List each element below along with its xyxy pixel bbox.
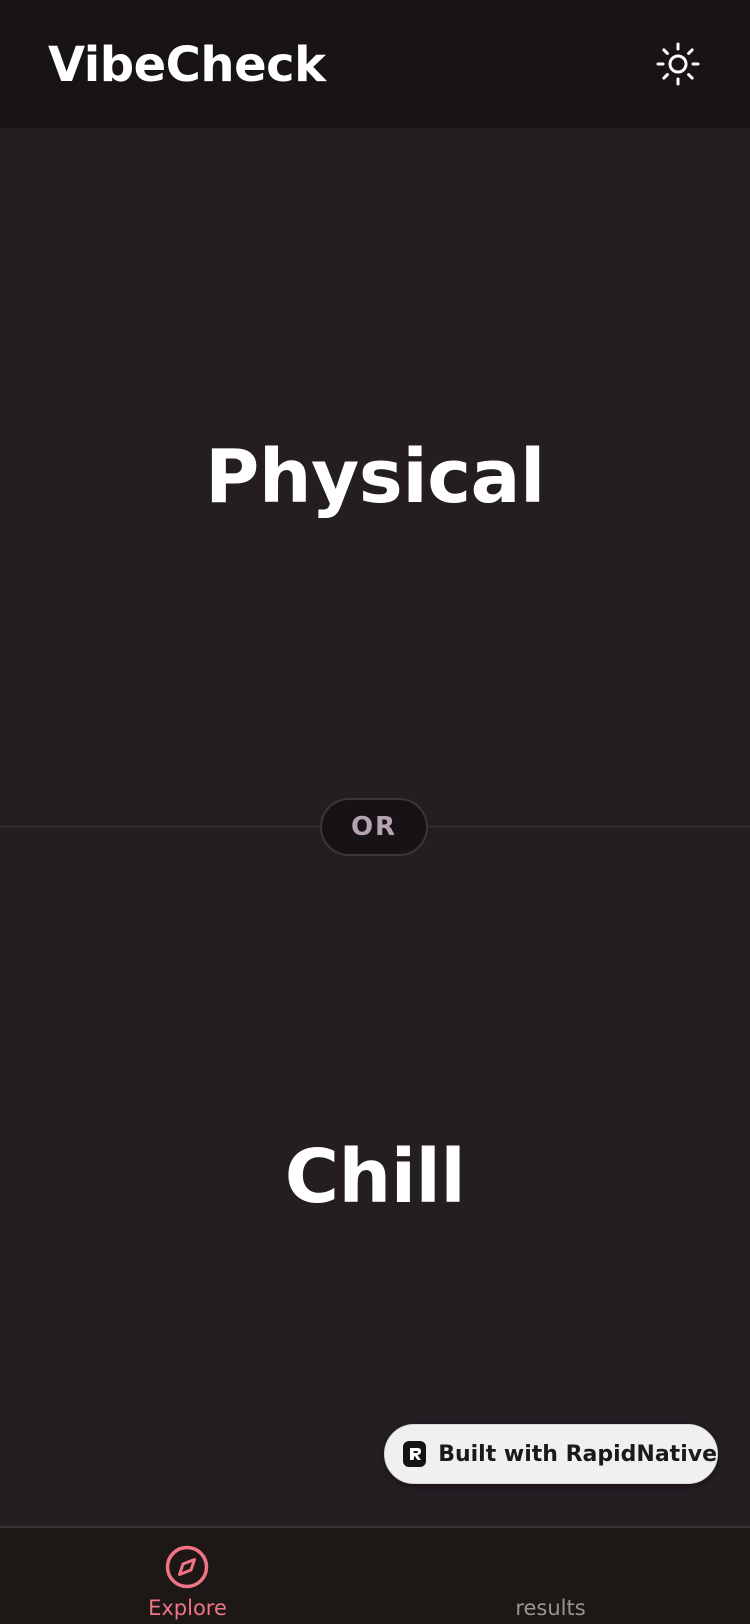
or-separator-badge: OR [320, 798, 428, 856]
built-with-text: Built with RapidNative [438, 1441, 717, 1467]
tab-explore[interactable]: Explore [0, 1528, 375, 1624]
tab-results-label: results [515, 1596, 586, 1620]
app-header: VibeCheck [0, 0, 750, 128]
sun-icon [656, 42, 700, 86]
option-chill[interactable]: Chill [0, 827, 750, 1527]
option-chill-label: Chill [284, 1134, 466, 1220]
tab-results[interactable]: results [375, 1528, 750, 1624]
compass-icon [165, 1545, 209, 1589]
built-with-rapidnative-button[interactable]: Built with RapidNative [384, 1424, 718, 1484]
option-physical-label: Physical [205, 434, 545, 520]
option-physical[interactable]: Physical [0, 128, 750, 826]
app-root: VibeCheck Physical Chill OR Built with R… [0, 0, 750, 1624]
or-separator-text: OR [350, 812, 398, 842]
app-title: VibeCheck [48, 37, 326, 93]
rapidnative-logo-icon [403, 1441, 427, 1467]
bottom-tab-bar: Explore results [0, 1526, 750, 1624]
tab-explore-label: Explore [148, 1596, 227, 1620]
theme-toggle-button[interactable] [654, 40, 702, 88]
